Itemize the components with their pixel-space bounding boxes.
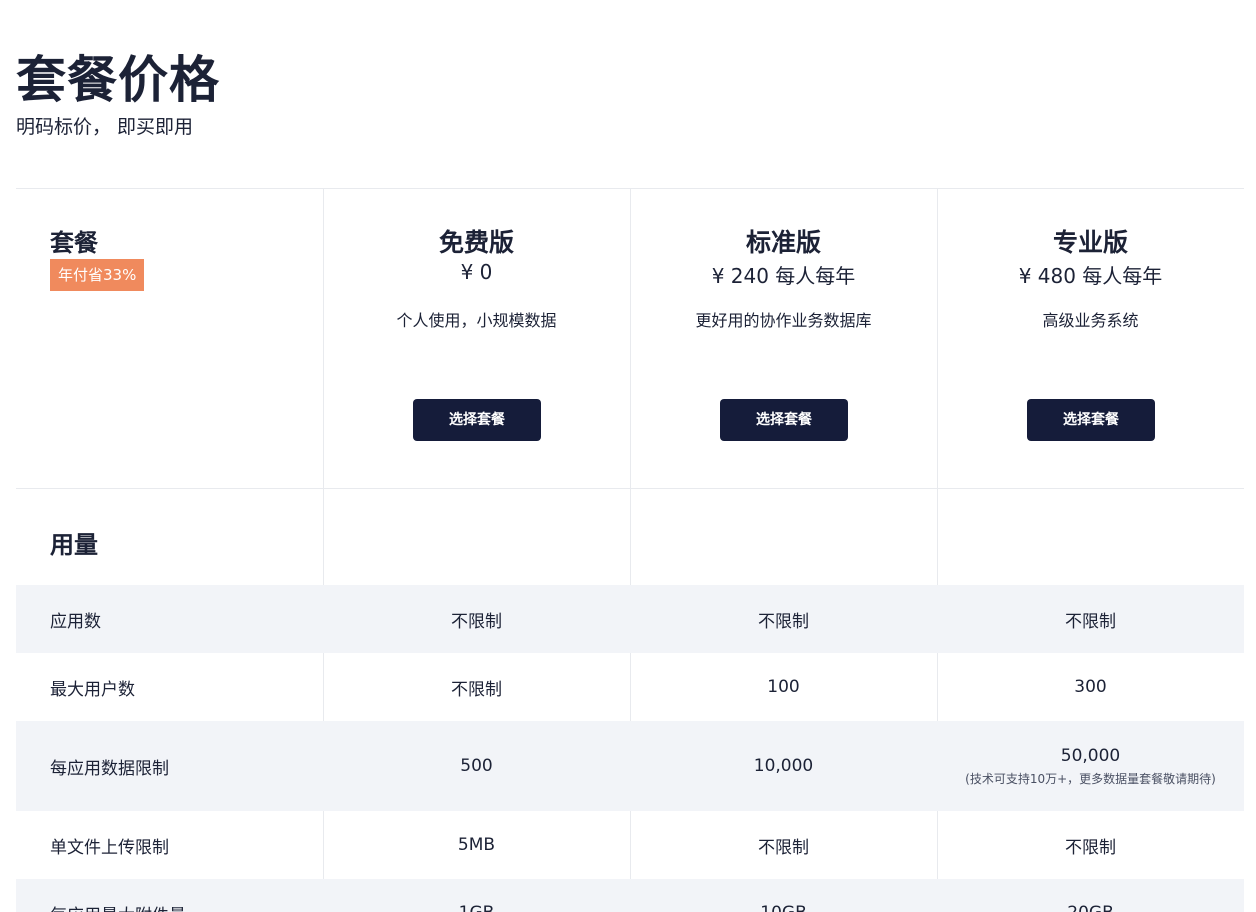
row-value: 5MB bbox=[457, 835, 496, 855]
row-label: 单文件上传限制 bbox=[50, 837, 169, 858]
table-row: 每应用数据限制 500 10,000 50,000 (技术可支持10万+，更多数… bbox=[16, 721, 1244, 811]
plan-description: 个人使用，小规模数据 bbox=[396, 311, 557, 330]
row-value: 1GB bbox=[323, 879, 630, 912]
select-plan-standard-button[interactable]: 选择套餐 bbox=[720, 399, 848, 441]
plan-price: ¥ 240 每人每年 bbox=[711, 264, 856, 288]
row-value: 20GB bbox=[937, 879, 1244, 912]
row-value: 不限制 bbox=[451, 679, 502, 700]
row-value: 不限制 bbox=[758, 611, 809, 632]
row-label: 应用数 bbox=[50, 611, 101, 632]
plan-standard: 标准版 ¥ 240 每人每年 更好用的协作业务数据库 选择套餐 bbox=[630, 189, 937, 489]
plan-description: 高级业务系统 bbox=[1042, 311, 1139, 330]
row-value: 10GB bbox=[630, 879, 937, 912]
row-value: 100 bbox=[767, 677, 800, 697]
usage-section-title: 用量 bbox=[50, 531, 98, 559]
row-value: 不限制 bbox=[758, 837, 809, 858]
plan-pro: 专业版 ¥ 480 每人每年 高级业务系统 选择套餐 bbox=[937, 189, 1244, 489]
table-row: 最大用户数 不限制 100 300 bbox=[16, 653, 1244, 721]
pricing-page: 套餐价格 明码标价， 即买即用 套餐 年付省33% 免费版 ¥ 0 个人使用，小… bbox=[0, 0, 1256, 912]
select-plan-free-button[interactable]: 选择套餐 bbox=[413, 399, 541, 441]
plan-price: ¥ 0 bbox=[460, 260, 493, 284]
select-plan-pro-button[interactable]: 选择套餐 bbox=[1027, 399, 1155, 441]
row-value: 500 bbox=[460, 756, 493, 776]
row-value: 不限制 bbox=[1065, 837, 1116, 858]
row-value: 不限制 bbox=[451, 611, 502, 632]
plan-price: ¥ 480 每人每年 bbox=[1018, 264, 1163, 288]
plan-name: 免费版 bbox=[438, 228, 514, 257]
plan-column-label: 套餐 bbox=[50, 229, 98, 257]
table-row: 单文件上传限制 5MB 不限制 不限制 bbox=[16, 811, 1244, 879]
plan-name: 专业版 bbox=[1052, 228, 1128, 257]
row-label: 每应用最大附件量 bbox=[50, 879, 320, 912]
row-value: 不限制 bbox=[1065, 611, 1116, 632]
plan-free: 免费版 ¥ 0 个人使用，小规模数据 选择套餐 bbox=[323, 189, 630, 489]
discount-badge: 年付省33% bbox=[50, 259, 145, 291]
table-row: 每应用最大附件量 1GB 10GB 20GB bbox=[16, 879, 1244, 912]
pricing-table: 套餐 年付省33% 免费版 ¥ 0 个人使用，小规模数据 选择套餐 标准版 ¥ … bbox=[16, 188, 1244, 912]
plan-description: 更好用的协作业务数据库 bbox=[695, 311, 872, 330]
page-subtitle: 明码标价， 即买即用 bbox=[16, 116, 194, 138]
row-value: 50,000 bbox=[1060, 745, 1121, 766]
row-value-with-note: 50,000 (技术可支持10万+，更多数据量套餐敬请期待) bbox=[937, 721, 1244, 811]
plan-name: 标准版 bbox=[745, 228, 821, 257]
row-note: (技术可支持10万+，更多数据量套餐敬请期待) bbox=[965, 771, 1216, 786]
row-label: 最大用户数 bbox=[50, 679, 135, 700]
table-row: 应用数 不限制 不限制 不限制 bbox=[16, 585, 1244, 653]
row-label: 每应用数据限制 bbox=[50, 758, 169, 779]
page-title: 套餐价格 bbox=[16, 51, 220, 109]
row-value: 10,000 bbox=[753, 756, 814, 776]
row-value: 300 bbox=[1074, 677, 1107, 697]
plan-header-row: 套餐 年付省33% 免费版 ¥ 0 个人使用，小规模数据 选择套餐 标准版 ¥ … bbox=[16, 189, 1244, 489]
